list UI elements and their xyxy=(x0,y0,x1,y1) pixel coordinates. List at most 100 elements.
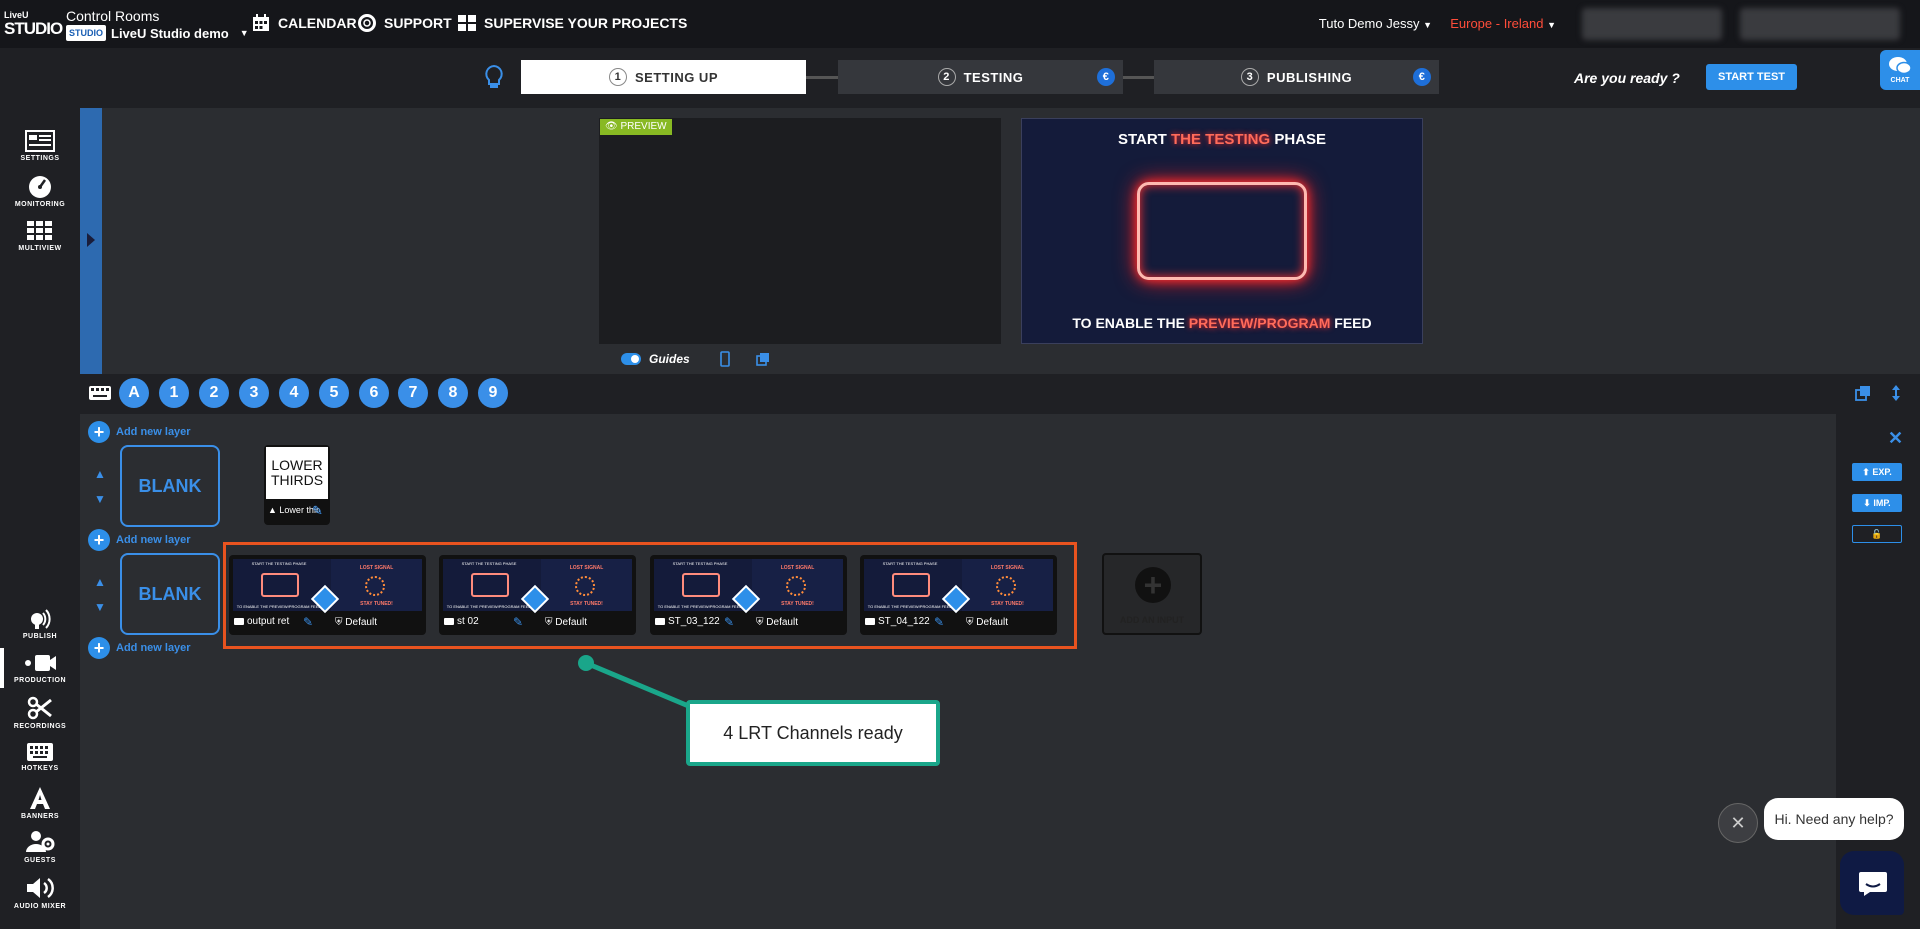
guides-toggle[interactable]: Guides xyxy=(621,351,770,367)
add-layer-button[interactable]: + Add new layer xyxy=(88,529,191,551)
lightbulb-icon[interactable] xyxy=(483,64,505,90)
unlock-icon: 🔓 xyxy=(1871,529,1883,539)
blank-source-button[interactable]: BLANK xyxy=(120,553,220,635)
pencil-icon[interactable]: ✎ xyxy=(312,503,323,519)
step-testing[interactable]: 2 TESTING € xyxy=(838,60,1123,94)
sidebar-item-settings[interactable]: SETTINGS xyxy=(0,130,80,162)
step-connector xyxy=(806,76,840,79)
plus-icon: + xyxy=(88,421,110,443)
chat-button[interactable]: CHAT xyxy=(1880,50,1920,90)
lrt-channel-card[interactable]: START THE TESTING PHASE TO ENABLE THE PRE… xyxy=(439,555,636,635)
lifebuoy-icon xyxy=(358,14,376,32)
scissors-icon xyxy=(27,696,52,720)
letter-a-icon xyxy=(30,787,50,809)
hotkey-6[interactable]: 6 xyxy=(359,378,389,408)
layer-down-icon[interactable]: ▼ xyxy=(92,598,108,616)
channel-profile[interactable]: ⛨ Default xyxy=(966,617,1008,628)
hotkey-2[interactable]: 2 xyxy=(199,378,229,408)
blank-source-button[interactable]: BLANK xyxy=(120,445,220,527)
add-layer-button[interactable]: + Add new layer xyxy=(88,637,191,659)
lower-thirds-card[interactable]: LOWER THIRDS ▲ Lower third ✎ xyxy=(264,445,330,525)
preview-badge: 👁 PREVIEW xyxy=(600,119,672,135)
step-setting-up[interactable]: 1 SETTING UP xyxy=(521,60,806,94)
channel-name: output ret xyxy=(247,616,290,627)
sidebar-item-banners[interactable]: BANNERS xyxy=(0,786,80,820)
sidebar-item-production[interactable]: PRODUCTION xyxy=(0,652,80,684)
close-icon[interactable]: ✕ xyxy=(1718,803,1758,843)
hotkey-8[interactable]: 8 xyxy=(438,378,468,408)
lrt-channel-card[interactable]: START THE TESTING PHASE TO ENABLE THE PRE… xyxy=(650,555,847,635)
sidebar-item-monitoring[interactable]: MONITORING xyxy=(0,174,80,208)
hotkey-3[interactable]: 3 xyxy=(239,378,269,408)
region-selector[interactable]: Europe - Ireland ▼ xyxy=(1450,16,1556,31)
studio-selector[interactable]: STUDIO LiveU Studio demo ▼ xyxy=(66,25,249,41)
channel-profile[interactable]: ⛨ Default xyxy=(756,617,798,628)
resize-vertical-icon[interactable] xyxy=(1891,384,1901,402)
nav-support[interactable]: SUPPORT xyxy=(358,14,452,32)
lock-button[interactable]: 🔓 xyxy=(1852,525,1902,543)
import-button[interactable]: ⬇ IMP. xyxy=(1852,494,1902,512)
download-icon: ⬇ xyxy=(1863,498,1874,508)
plus-icon: + xyxy=(88,529,110,551)
grid-icon xyxy=(458,15,476,31)
studio-badge: STUDIO xyxy=(66,25,106,41)
hotkey-bar xyxy=(80,374,1920,414)
layer-up-icon[interactable]: ▲ xyxy=(92,573,108,591)
pencil-icon[interactable]: ✎ xyxy=(934,615,944,629)
sidebar-item-guests[interactable]: GUESTS xyxy=(0,830,80,864)
add-layer-button[interactable]: + Add new layer xyxy=(88,421,191,443)
user-menu[interactable]: Tuto Demo Jessy ▼ xyxy=(1319,16,1432,31)
channel-name: st 02 xyxy=(457,616,479,627)
step-publishing[interactable]: 3 PUBLISHING € xyxy=(1154,60,1439,94)
chat-icon xyxy=(1859,872,1887,896)
callout-pointer xyxy=(578,655,699,713)
nav-calendar[interactable]: CALENDAR xyxy=(252,14,357,32)
lower-thirds-thumbnail: LOWER THIRDS xyxy=(266,447,328,499)
sidebar-item-hotkeys[interactable]: HOTKEYS xyxy=(0,742,80,772)
hotkey-a[interactable]: A xyxy=(119,378,149,408)
lrt-channel-card[interactable]: START THE TESTING PHASE TO ENABLE THE PRE… xyxy=(229,555,426,635)
pencil-icon[interactable]: ✎ xyxy=(513,615,523,629)
mobile-icon[interactable] xyxy=(719,351,730,367)
keyboard-icon[interactable] xyxy=(88,385,112,401)
pencil-icon[interactable]: ✎ xyxy=(303,615,313,629)
channel-name: ST_03_122 xyxy=(668,616,720,627)
channel-profile[interactable]: ⛨ Default xyxy=(335,617,377,628)
upload-icon: ⬆ xyxy=(1862,467,1873,477)
camera-icon xyxy=(655,618,665,625)
camera-icon xyxy=(444,618,454,625)
sidebar-item-multiview[interactable]: MULTIVIEW xyxy=(0,220,80,252)
multiview-icon xyxy=(27,221,52,240)
liveu-studio-logo[interactable]: LiveU STUDIO xyxy=(4,10,63,40)
help-chat-button[interactable] xyxy=(1840,851,1904,915)
hotkey-1[interactable]: 1 xyxy=(159,378,189,408)
sidebar-item-publish[interactable]: PUBLISH xyxy=(0,606,80,640)
eye-icon: 👁 xyxy=(605,121,621,132)
lrt-channel-card[interactable]: START THE TESTING PHASE TO ENABLE THE PRE… xyxy=(860,555,1057,635)
sidebar-item-recordings[interactable]: RECORDINGS xyxy=(0,696,80,730)
start-test-button[interactable]: START TEST xyxy=(1706,64,1797,90)
sidebar-expand-bar[interactable] xyxy=(80,108,102,374)
channel-profile[interactable]: ⛨ Default xyxy=(545,617,587,628)
copy-icon[interactable] xyxy=(755,352,770,366)
layer-down-icon[interactable]: ▼ xyxy=(92,490,108,508)
layer-up-icon[interactable]: ▲ xyxy=(92,465,108,483)
pencil-icon[interactable]: ✎ xyxy=(724,615,734,629)
export-button[interactable]: ⬆ EXP. xyxy=(1852,463,1902,481)
nav-supervise-projects[interactable]: SUPERVISE YOUR PROJECTS xyxy=(458,14,687,32)
chevron-down-icon: ▼ xyxy=(1547,20,1556,30)
hotkey-5[interactable]: 5 xyxy=(319,378,349,408)
help-bubble[interactable]: Hi. Need any help? xyxy=(1764,798,1904,840)
hotkey-4[interactable]: 4 xyxy=(279,378,309,408)
program-monitor[interactable]: START THE TESTING PHASE TO ENABLE THE PR… xyxy=(1021,118,1423,344)
toggle-switch[interactable] xyxy=(621,353,641,365)
shield-icon: ⛨ xyxy=(545,617,556,628)
close-icon[interactable]: ✕ xyxy=(1888,428,1903,449)
copy-icon[interactable] xyxy=(1855,385,1871,401)
add-input-button[interactable]: + ADD AN INPUT xyxy=(1102,553,1202,635)
shield-icon: ⛨ xyxy=(756,617,767,628)
preview-monitor[interactable] xyxy=(599,118,1001,344)
hotkey-7[interactable]: 7 xyxy=(398,378,428,408)
sidebar-item-audio-mixer[interactable]: AUDIO MIXER xyxy=(0,876,80,910)
hotkey-9[interactable]: 9 xyxy=(478,378,508,408)
